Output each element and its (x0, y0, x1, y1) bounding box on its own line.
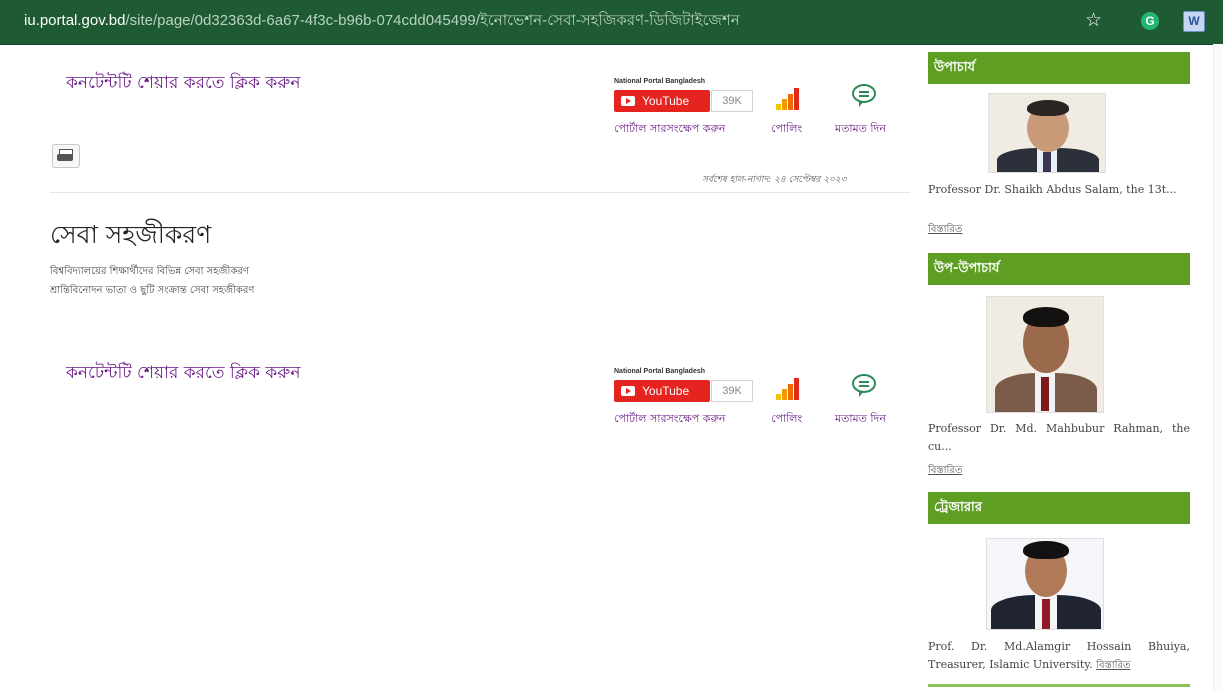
treasurer-summary: Prof. Dr. Md.Alamgir Hossain Bhuiya, Tre… (928, 638, 1190, 675)
sidebar-bottom-rule (928, 684, 1190, 687)
photo-tie (1043, 152, 1051, 172)
vc-details-link[interactable]: বিস্তারিত (928, 222, 962, 239)
feedback-link[interactable]: মতামত দিন (835, 410, 886, 429)
treasurer-summary-text: Prof. Dr. Md.Alamgir Hossain Bhuiya, Tre… (928, 640, 1190, 671)
pro-vc-summary: Professor Dr. Md. Mahbubur Rahman, the c… (928, 422, 1190, 453)
pro-vc-details-link[interactable]: বিস্তারিত (928, 463, 962, 480)
youtube-subscriber-count: 39K (711, 90, 753, 112)
poll-bars-icon[interactable] (776, 86, 806, 110)
youtube-button[interactable]: YouTube (614, 90, 710, 112)
print-icon[interactable] (52, 144, 80, 168)
youtube-button[interactable]: YouTube (614, 380, 710, 402)
portal-widget: National Portal Bangladesh YouTube 39K প… (614, 78, 914, 158)
url-host: iu.portal.gov.bd (24, 12, 126, 29)
star-icon[interactable]: ☆ (1085, 9, 1102, 31)
portal-summary-link[interactable]: পোর্টাল সারসংক্ষেপ করুন (614, 410, 726, 429)
last-updated: সর্বশেষ হাল-নাগাদ: ২৪ সেপ্টেম্বর ২০২৩ (702, 175, 847, 185)
national-portal-label: National Portal Bangladesh (614, 78, 706, 85)
feedback-link[interactable]: মতামত দিন (835, 120, 886, 139)
service-item: বিশ্ববিদ্যালয়ের শিক্ষার্থীদের বিভিন্ন স… (50, 266, 249, 277)
photo-tie (1042, 599, 1050, 629)
sidebar-heading-treasurer: ট্রেজারার (928, 492, 1190, 524)
share-title[interactable]: কনটেন্টটি শেয়ার করতে ক্লিক করুন (66, 72, 300, 94)
photo-tie (1041, 377, 1049, 411)
feedback-chat-icon[interactable] (852, 84, 876, 107)
url-field[interactable]: iu.portal.gov.bd/site/page/0d32363d-6a67… (24, 10, 740, 32)
photo-hair (1023, 541, 1069, 559)
portal-widget: National Portal Bangladesh YouTube 39K প… (614, 368, 914, 448)
treasurer-photo[interactable] (986, 538, 1104, 630)
sidebar-heading-vc: উপাচার্য (928, 52, 1190, 84)
photo-hair (1027, 100, 1069, 116)
service-item: শ্রান্তিবিনোদন ভাতা ও ছুটি সংক্রান্ত সেব… (50, 285, 255, 296)
url-path: /site/page/0d32363d-6a67-4f3c-b96b-074cd… (125, 12, 740, 29)
share-title[interactable]: কনটেন্টটি শেয়ার করতে ক্লিক করুন (66, 362, 300, 384)
youtube-play-icon (621, 96, 635, 106)
pro-vc-photo[interactable] (986, 296, 1104, 413)
divider (50, 192, 910, 193)
grammarly-extension-icon[interactable]: G (1141, 12, 1159, 30)
word-extension-icon[interactable]: W (1183, 11, 1205, 32)
scrollbar[interactable] (1213, 44, 1223, 691)
treasurer-details-link[interactable]: বিস্তারিত (1096, 660, 1130, 671)
youtube-play-icon (621, 386, 635, 396)
vc-photo[interactable] (988, 93, 1106, 173)
national-portal-label: National Portal Bangladesh (614, 368, 706, 375)
page-title: সেবা সহজীকরণ (50, 220, 212, 249)
poll-bars-icon[interactable] (776, 376, 806, 400)
portal-summary-link[interactable]: পোর্টাল সারসংক্ষেপ করুন (614, 120, 726, 139)
sidebar-heading-pro-vc: উপ-উপাচার্য (928, 253, 1190, 285)
polling-link[interactable]: পোলিং (771, 120, 802, 139)
youtube-label: YouTube (642, 94, 690, 108)
vc-summary: Professor Dr. Shaikh Abdus Salam, the 13… (928, 183, 1177, 196)
youtube-label: YouTube (642, 384, 690, 398)
photo-hair (1023, 307, 1069, 327)
youtube-subscriber-count: 39K (711, 380, 753, 402)
browser-address-bar: iu.portal.gov.bd/site/page/0d32363d-6a67… (0, 0, 1223, 45)
feedback-chat-icon[interactable] (852, 374, 876, 397)
polling-link[interactable]: পোলিং (771, 410, 802, 429)
